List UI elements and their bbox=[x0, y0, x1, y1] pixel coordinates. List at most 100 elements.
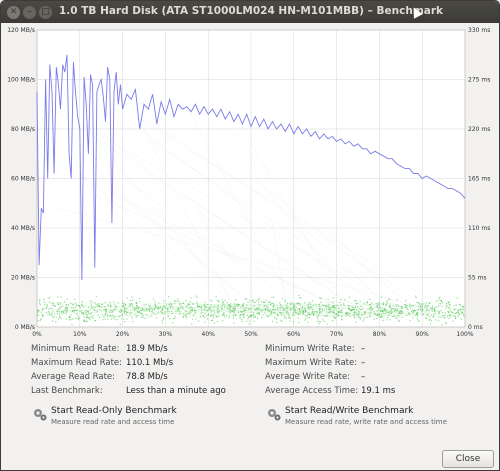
access-time-point bbox=[132, 299, 134, 301]
access-time-point bbox=[129, 311, 132, 314]
access-time-point bbox=[42, 316, 44, 318]
access-time-point bbox=[166, 304, 168, 306]
access-time-point bbox=[131, 296, 133, 298]
access-time-point bbox=[448, 301, 450, 303]
close-button[interactable]: Close bbox=[442, 450, 494, 468]
gears-icon bbox=[268, 409, 281, 421]
access-time-point bbox=[369, 315, 371, 318]
access-time-point bbox=[453, 309, 455, 311]
access-time-point bbox=[273, 296, 275, 298]
access-time-point bbox=[100, 303, 103, 305]
access-time-point bbox=[81, 301, 83, 303]
access-time-point bbox=[438, 298, 441, 300]
access-time-point bbox=[218, 315, 220, 317]
access-time-point bbox=[152, 298, 155, 300]
access-time-point bbox=[221, 319, 224, 322]
access-time-point bbox=[121, 310, 123, 313]
access-time-point bbox=[121, 313, 123, 316]
access-time-point bbox=[430, 323, 432, 325]
stat-value: 18.9 Mb/s bbox=[126, 344, 168, 354]
access-time-point bbox=[328, 311, 330, 314]
start-read-write-benchmark-button[interactable]: Start Read/Write Benchmark Measure read … bbox=[267, 406, 487, 430]
access-time-point bbox=[192, 318, 194, 320]
access-time-point bbox=[228, 315, 231, 317]
access-time-point bbox=[241, 318, 243, 321]
access-time-point bbox=[449, 316, 451, 318]
read-only-benchmark-subtitle: Measure read rate and access time bbox=[51, 418, 175, 426]
access-time-point bbox=[421, 306, 423, 308]
access-time-point bbox=[386, 319, 388, 321]
access-time-point bbox=[128, 305, 130, 307]
access-time-point bbox=[378, 316, 380, 318]
access-time-point bbox=[312, 300, 314, 302]
benchmark-window: ✕ – □ 1.0 TB Hard Disk (ATA ST1000LM024 … bbox=[0, 0, 500, 471]
access-time-point bbox=[68, 319, 70, 321]
access-time-point bbox=[77, 318, 80, 321]
access-time-point bbox=[216, 299, 218, 302]
window-maximize-button[interactable]: □ bbox=[39, 6, 52, 19]
access-time-point bbox=[340, 303, 342, 306]
access-time-point bbox=[57, 318, 60, 320]
close-icon: ✕ bbox=[9, 7, 18, 17]
access-time-point bbox=[420, 308, 422, 310]
access-time-point bbox=[47, 314, 49, 316]
access-time-point bbox=[331, 320, 334, 322]
access-time-point bbox=[375, 306, 377, 308]
access-time-point bbox=[234, 299, 237, 301]
access-time-point bbox=[363, 318, 365, 320]
stat-value: Less than a minute ago bbox=[126, 386, 226, 396]
access-time-point bbox=[107, 304, 109, 306]
access-time-point bbox=[439, 303, 441, 305]
access-time-point bbox=[455, 304, 457, 306]
access-time-point bbox=[143, 309, 145, 311]
access-time-point bbox=[461, 305, 463, 308]
access-time-point bbox=[91, 307, 93, 309]
access-time-point bbox=[53, 315, 55, 317]
access-time-point bbox=[264, 301, 266, 304]
access-time-point bbox=[426, 317, 428, 320]
window-close-button[interactable]: ✕ bbox=[7, 6, 20, 19]
access-time-point bbox=[448, 314, 450, 316]
access-time-point bbox=[348, 305, 350, 308]
access-time-point bbox=[256, 313, 258, 315]
window-minimize-button[interactable]: – bbox=[23, 6, 36, 19]
access-time-point bbox=[177, 298, 179, 300]
access-time-point bbox=[452, 320, 454, 322]
access-time-point bbox=[65, 306, 67, 308]
access-time-point bbox=[151, 309, 153, 311]
access-time-point bbox=[418, 320, 420, 323]
access-time-point bbox=[384, 307, 386, 310]
access-time-point bbox=[454, 315, 456, 318]
access-time-point bbox=[428, 319, 431, 321]
access-time-point bbox=[185, 299, 187, 302]
access-time-point bbox=[79, 310, 81, 312]
access-time-point bbox=[412, 317, 414, 319]
access-time-point bbox=[395, 317, 397, 319]
access-time-point bbox=[60, 303, 62, 305]
access-time-point bbox=[190, 297, 192, 299]
start-read-only-benchmark-button[interactable]: Start Read-Only Benchmark Measure read r… bbox=[33, 406, 233, 430]
access-time-point bbox=[249, 315, 251, 317]
window-title: 1.0 TB Hard Disk (ATA ST1000LM024 HN-M10… bbox=[59, 5, 444, 17]
access-time-point bbox=[459, 304, 461, 306]
stat-value: 78.8 Mb/s bbox=[126, 372, 168, 382]
stat-label: Last Benchmark: bbox=[31, 386, 103, 396]
access-time-point bbox=[41, 308, 44, 310]
access-time-point bbox=[43, 308, 45, 310]
access-time-point bbox=[94, 320, 96, 322]
access-time-point bbox=[89, 300, 91, 302]
stat-label: Average Read Rate: bbox=[31, 372, 116, 382]
access-time-point bbox=[233, 322, 235, 324]
access-time-point bbox=[445, 321, 447, 324]
access-time-point bbox=[271, 296, 273, 299]
access-time-point bbox=[285, 317, 287, 319]
stat-label: Maximum Read Rate: bbox=[31, 358, 122, 368]
access-time-point bbox=[144, 317, 146, 319]
access-time-point bbox=[129, 313, 131, 315]
access-time-point bbox=[401, 316, 403, 318]
access-time-point bbox=[197, 320, 200, 322]
access-time-point bbox=[355, 321, 357, 323]
access-time-point bbox=[288, 316, 290, 318]
access-time-point bbox=[126, 307, 128, 310]
access-time-point bbox=[428, 305, 430, 307]
